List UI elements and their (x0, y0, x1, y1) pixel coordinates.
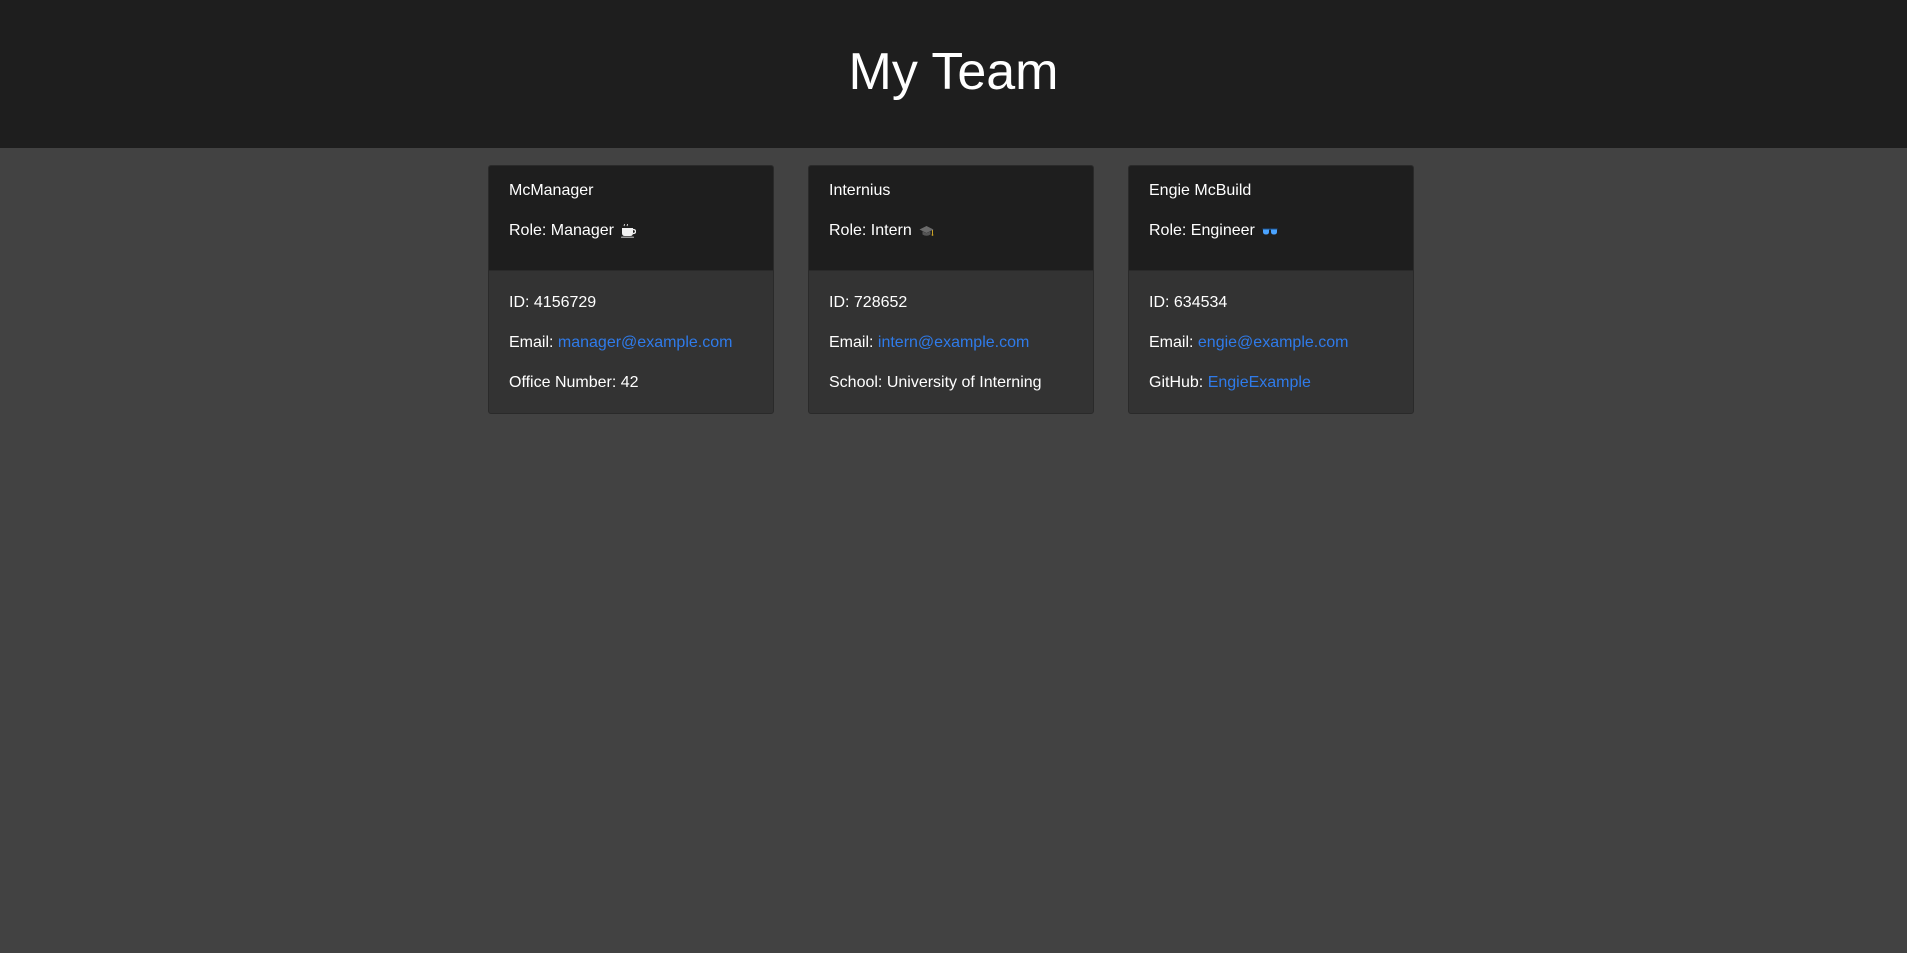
school: School: University of Interning (829, 374, 1042, 391)
card-body: ID: 634534 Email: engie@example.com GitH… (1129, 271, 1413, 394)
employee-id: ID: 728652 (829, 294, 908, 311)
github-line: GitHub: EngieExample (1149, 372, 1393, 394)
card-body: ID: 4156729 Email: manager@example.com O… (489, 271, 773, 394)
employee-card-intern: Internius Role: Intern ID: 728652 Email:… (808, 165, 1094, 414)
employee-card-manager: McManager Role: Manager ID: 4156729 Emai… (488, 165, 774, 414)
github-link[interactable]: EngieExample (1208, 374, 1311, 391)
office-number: Office Number: 42 (509, 374, 639, 391)
employee-email-line: Email: manager@example.com (509, 332, 753, 354)
employee-role: Role: Intern (829, 220, 1073, 242)
employee-role: Role: Manager (509, 220, 753, 242)
employee-id: ID: 4156729 (509, 294, 597, 311)
card-header: Engie McBuild Role: Engineer (1129, 166, 1413, 271)
graduation-cap-icon (919, 225, 934, 238)
role-label: Role: Manager (509, 222, 614, 239)
employee-name: McManager (509, 182, 594, 199)
role-label: Role: Intern (829, 222, 912, 239)
email-label: Email: (1149, 334, 1198, 351)
employee-card-engineer: Engie McBuild Role: Engineer ID: 634534 … (1128, 165, 1414, 414)
team-cards: McManager Role: Manager ID: 4156729 Emai… (0, 148, 1907, 448)
card-header: McManager Role: Manager (489, 166, 773, 271)
email-label: Email: (829, 334, 878, 351)
role-label: Role: Engineer (1149, 222, 1255, 239)
github-label: GitHub: (1149, 374, 1208, 391)
email-link[interactable]: engie@example.com (1198, 334, 1349, 351)
email-label: Email: (509, 334, 558, 351)
card-body: ID: 728652 Email: intern@example.com Sch… (809, 271, 1093, 394)
glasses-icon (1262, 226, 1278, 236)
page-header: My Team (0, 0, 1907, 148)
employee-email-line: Email: engie@example.com (1149, 332, 1393, 354)
employee-email-line: Email: intern@example.com (829, 332, 1073, 354)
email-link[interactable]: manager@example.com (558, 334, 733, 351)
employee-name: Engie McBuild (1149, 182, 1252, 199)
email-link[interactable]: intern@example.com (878, 334, 1029, 351)
page-title: My Team (848, 43, 1059, 101)
employee-role: Role: Engineer (1149, 220, 1393, 242)
employee-name: Internius (829, 182, 891, 199)
employee-id: ID: 634534 (1149, 294, 1228, 311)
coffee-icon (620, 224, 636, 238)
card-header: Internius Role: Intern (809, 166, 1093, 271)
